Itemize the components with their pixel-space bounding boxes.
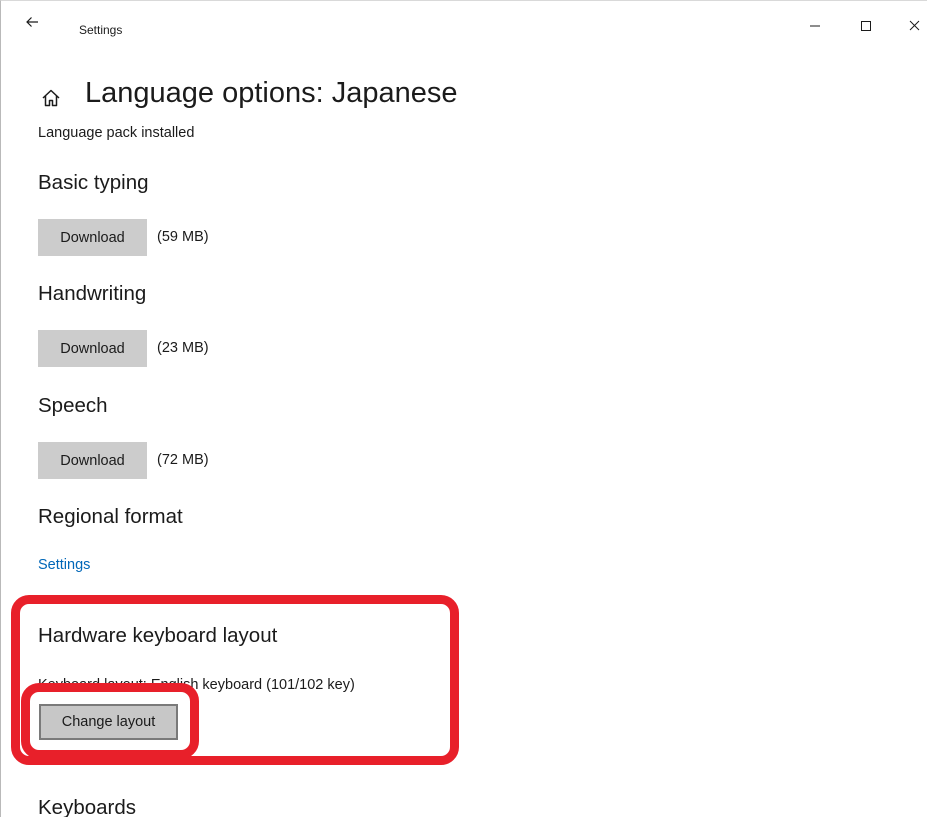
home-icon[interactable] [40, 87, 62, 109]
minimize-icon[interactable] [806, 15, 826, 35]
handwriting-download-button[interactable]: Download [38, 330, 147, 367]
basic-typing-heading: Basic typing [38, 171, 149, 194]
settings-window: Settings Language options: Japanese Lang… [0, 0, 927, 817]
regional-format-settings-link[interactable]: Settings [38, 557, 90, 573]
language-pack-status: Language pack installed [38, 125, 195, 141]
basic-typing-download-button[interactable]: Download [38, 219, 147, 256]
page-title: Language options: Japanese [85, 77, 458, 109]
back-arrow-icon[interactable] [23, 13, 47, 31]
speech-download-button[interactable]: Download [38, 442, 147, 479]
handwriting-heading: Handwriting [38, 282, 147, 305]
app-title: Settings [79, 23, 123, 37]
maximize-icon[interactable] [857, 15, 877, 35]
handwriting-size: (23 MB) [157, 340, 209, 356]
hardware-keyboard-heading: Hardware keyboard layout [38, 624, 278, 647]
basic-typing-size: (59 MB) [157, 229, 209, 245]
title-bar: Settings [1, 1, 927, 41]
speech-heading: Speech [38, 394, 108, 417]
keyboard-layout-text: Keyboard layout: English keyboard (101/1… [38, 677, 355, 693]
close-icon[interactable] [906, 15, 926, 35]
change-layout-button[interactable]: Change layout [39, 704, 178, 740]
regional-format-heading: Regional format [38, 505, 183, 528]
keyboards-heading: Keyboards [38, 796, 137, 817]
speech-size: (72 MB) [157, 452, 209, 468]
